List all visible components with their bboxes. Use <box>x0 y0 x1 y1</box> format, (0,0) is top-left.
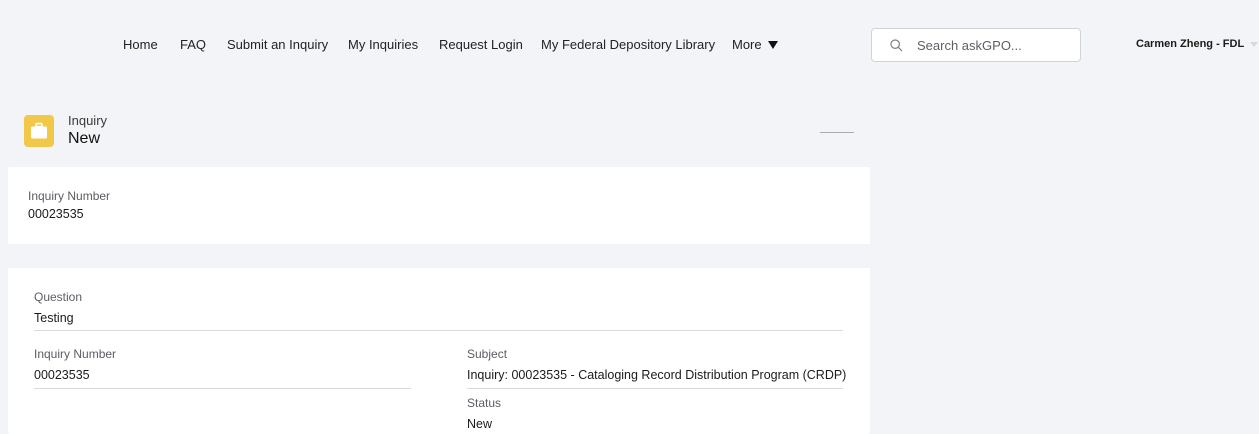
chevron-down-icon <box>1250 41 1259 47</box>
subject-divider <box>467 388 843 389</box>
record-type: Inquiry <box>68 113 108 128</box>
inquiry-number-value: 00023535 <box>34 368 90 382</box>
nav-my-inquiries[interactable]: My Inquiries <box>348 37 418 52</box>
search-input[interactable] <box>917 37 1067 53</box>
triangle-down-icon <box>767 40 778 49</box>
subject-value: Inquiry: 00023535 - Cataloging Record Di… <box>467 368 847 382</box>
user-menu[interactable]: Carmen Zheng - FDL <box>1136 38 1259 50</box>
inquiry-number-label: Inquiry Number <box>34 347 117 361</box>
highlight-inquiry-number-value: 00023535 <box>28 207 84 221</box>
status-value: New <box>467 417 493 431</box>
nav-submit-inquiry[interactable]: Submit an Inquiry <box>227 37 328 52</box>
nav-faq[interactable]: FAQ <box>180 37 206 52</box>
nav-more-menu[interactable]: More <box>732 37 778 52</box>
status-label: Status <box>467 396 502 410</box>
record-header: Inquiry New <box>24 112 854 152</box>
briefcase-icon <box>31 122 47 139</box>
nav-more-label: More <box>732 37 762 52</box>
top-navigation: Home FAQ Submit an Inquiry My Inquiries … <box>0 0 1259 92</box>
search-icon <box>890 38 903 51</box>
subject-label: Subject <box>467 347 508 361</box>
details-panel: Question Testing Inquiry Number 00023535… <box>8 268 870 434</box>
user-name: Carmen Zheng - FDL <box>1136 38 1245 50</box>
search-box[interactable] <box>871 28 1081 62</box>
highlight-inquiry-number-label: Inquiry Number <box>28 189 111 203</box>
record-title: New <box>68 130 101 147</box>
record-icon <box>24 115 54 147</box>
nav-home[interactable]: Home <box>123 37 158 52</box>
nav-my-federal-depository-library[interactable]: My Federal Depository Library <box>541 37 715 52</box>
nav-request-login[interactable]: Request Login <box>439 37 523 52</box>
highlights-panel: Inquiry Number 00023535 <box>8 167 870 244</box>
question-value: Testing <box>34 311 74 325</box>
question-label: Question <box>34 290 83 304</box>
question-divider <box>34 330 843 331</box>
inquiry-number-divider <box>34 388 411 389</box>
record-actions-divider <box>820 132 854 133</box>
